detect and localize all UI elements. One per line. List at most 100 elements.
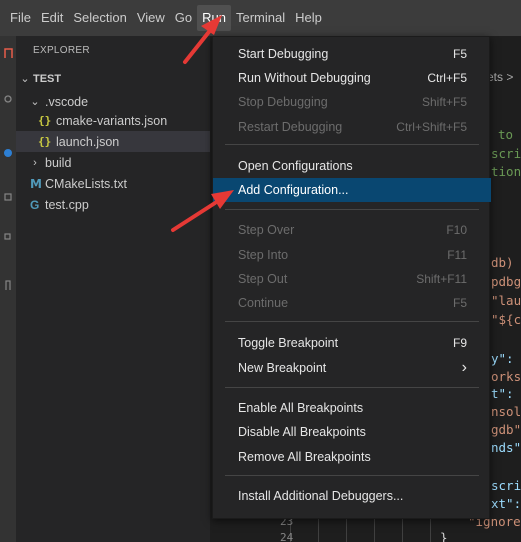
source-control-badge-icon[interactable] [3, 148, 13, 158]
tree-root-label: TEST [33, 72, 62, 85]
code-key: xt": [491, 496, 521, 511]
menu-item-label: Step Out [238, 272, 288, 286]
menu-bar: File Edit Selection View Go Run Terminal… [0, 0, 521, 36]
menu-item-label: Install Additional Debuggers... [238, 489, 404, 503]
explorer-sidebar: EXPLORER ⌄ TEST ⌄ .vscode {} cmake-varia… [16, 36, 210, 542]
menu-item-open-configurations[interactable]: Open Configurations [213, 154, 491, 178]
menu-separator [225, 321, 479, 322]
code-key: t": [491, 386, 514, 401]
menu-item-label: New Breakpoint [238, 361, 327, 375]
menu-item-label: Run Without Debugging [238, 71, 371, 85]
menu-item-start-debugging[interactable]: Start Debugging F5 [213, 42, 491, 66]
cpp-file-icon: G [30, 197, 40, 212]
code-string: pdbg [491, 274, 521, 289]
menu-item-shortcut: Shift+F11 [416, 272, 467, 286]
menu-separator [225, 209, 479, 210]
code-key: nds" [491, 440, 521, 455]
menu-selection[interactable]: Selection [68, 5, 131, 31]
code-comment: to [498, 127, 514, 142]
menu-item-shortcut: F11 [447, 248, 467, 262]
menu-item-shortcut: F5 [452, 296, 467, 310]
tree-file-cmake-variants[interactable]: {} cmake-variants.json [16, 110, 210, 131]
cmake-file-icon: M [30, 176, 42, 191]
menu-item-label: Start Debugging [238, 47, 329, 61]
menu-item-label: Add Configuration... [238, 183, 349, 197]
code-string: "lau [491, 293, 521, 308]
tree-file-label: test.cpp [45, 197, 89, 212]
activity-bar [0, 36, 16, 542]
tree-root-test[interactable]: ⌄ TEST [16, 68, 210, 89]
code-string: nsol [491, 404, 521, 419]
menu-item-continue[interactable]: Continue F5 [213, 291, 491, 315]
menu-item-step-out[interactable]: Step Out Shift+F11 [213, 267, 491, 291]
menu-item-run-without-debugging[interactable]: Run Without Debugging Ctrl+F5 [213, 66, 491, 90]
vscode-window: File Edit Selection View Go Run Terminal… [0, 0, 521, 542]
explorer-title: EXPLORER [33, 45, 90, 56]
chevron-right-icon: › [33, 156, 37, 169]
menu-item-shortcut: F9 [452, 336, 467, 350]
remote-icon[interactable] [3, 280, 13, 290]
menu-item-toggle-breakpoint[interactable]: Toggle Breakpoint F9 [213, 331, 491, 355]
menu-item-remove-all-breakpoints[interactable]: Remove All Breakpoints [213, 445, 491, 469]
menu-item-label: Continue [238, 296, 289, 310]
code-brace: } [440, 530, 448, 542]
tree-file-cmakelists[interactable]: M CMakeLists.txt [16, 173, 210, 194]
menu-run[interactable]: Run [197, 5, 231, 31]
tree-folder-build[interactable]: › build [16, 152, 210, 173]
search-icon[interactable] [3, 94, 13, 104]
menu-item-disable-all-breakpoints[interactable]: Disable All Breakpoints [213, 420, 491, 444]
menu-separator [225, 387, 479, 388]
menu-item-label: Remove All Breakpoints [238, 450, 371, 464]
code-key: scri [491, 478, 521, 493]
menu-terminal[interactable]: Terminal [231, 5, 290, 31]
tree-folder-vscode[interactable]: ⌄ .vscode [16, 91, 210, 112]
submenu-chevron-icon: › [461, 359, 467, 376]
run-menu-dropdown: Start Debugging F5 Run Without Debugging… [212, 36, 491, 519]
tree-file-launch[interactable]: {} launch.json [16, 131, 210, 152]
tree-folder-label: .vscode [45, 94, 89, 109]
code-comment: scri [491, 146, 521, 161]
menu-view[interactable]: View [132, 5, 170, 31]
menu-go[interactable]: Go [170, 5, 197, 31]
menu-item-label: Disable All Breakpoints [238, 425, 366, 439]
tree-file-label: cmake-variants.json [56, 113, 168, 128]
chevron-down-icon: ⌄ [20, 73, 30, 85]
menu-item-label: Stop Debugging [238, 95, 328, 109]
tree-file-test-cpp[interactable]: G test.cpp [16, 194, 210, 215]
tree-file-label: CMakeLists.txt [45, 176, 127, 191]
menu-help[interactable]: Help [290, 5, 327, 31]
code-string: "${c [491, 312, 521, 327]
menu-item-shortcut: Shift+F5 [421, 95, 467, 109]
menu-item-enable-all-breakpoints[interactable]: Enable All Breakpoints [213, 396, 491, 420]
json-file-icon: {} [38, 135, 52, 148]
menu-item-install-additional-debuggers[interactable]: Install Additional Debuggers... [213, 484, 491, 508]
menu-item-shortcut: Ctrl+F5 [427, 71, 467, 85]
menu-edit[interactable]: Edit [36, 5, 68, 31]
menu-file[interactable]: File [5, 5, 36, 31]
menu-item-step-into[interactable]: Step Into F11 [213, 243, 491, 267]
tree-folder-label: build [45, 155, 72, 170]
menu-item-label: Step Into [238, 248, 289, 262]
extensions-icon[interactable] [3, 232, 13, 242]
debug-icon[interactable] [3, 192, 13, 202]
menu-item-step-over[interactable]: Step Over F10 [213, 218, 491, 242]
menu-item-stop-debugging[interactable]: Stop Debugging Shift+F5 [213, 90, 491, 114]
menu-item-label: Restart Debugging [238, 120, 343, 134]
menu-item-shortcut: Ctrl+Shift+F5 [396, 120, 467, 134]
line-number: 24 [280, 531, 294, 542]
menu-item-add-configuration[interactable]: Add Configuration... [213, 178, 491, 202]
code-string: gdb" [491, 422, 521, 437]
explorer-icon[interactable] [3, 48, 13, 58]
json-file-icon: {} [38, 114, 52, 127]
menu-item-label: Open Configurations [238, 159, 353, 173]
code-string: db) [491, 255, 514, 270]
menu-item-label: Enable All Breakpoints [238, 401, 364, 415]
menu-separator [225, 475, 479, 476]
menu-item-new-breakpoint[interactable]: New Breakpoint › [213, 356, 491, 380]
menu-separator [225, 144, 479, 145]
menu-item-shortcut: F5 [452, 47, 467, 61]
menu-item-label: Step Over [238, 223, 295, 237]
code-key: y": [491, 351, 521, 366]
menu-item-shortcut: F10 [446, 223, 467, 237]
menu-item-restart-debugging[interactable]: Restart Debugging Ctrl+Shift+F5 [213, 115, 491, 139]
